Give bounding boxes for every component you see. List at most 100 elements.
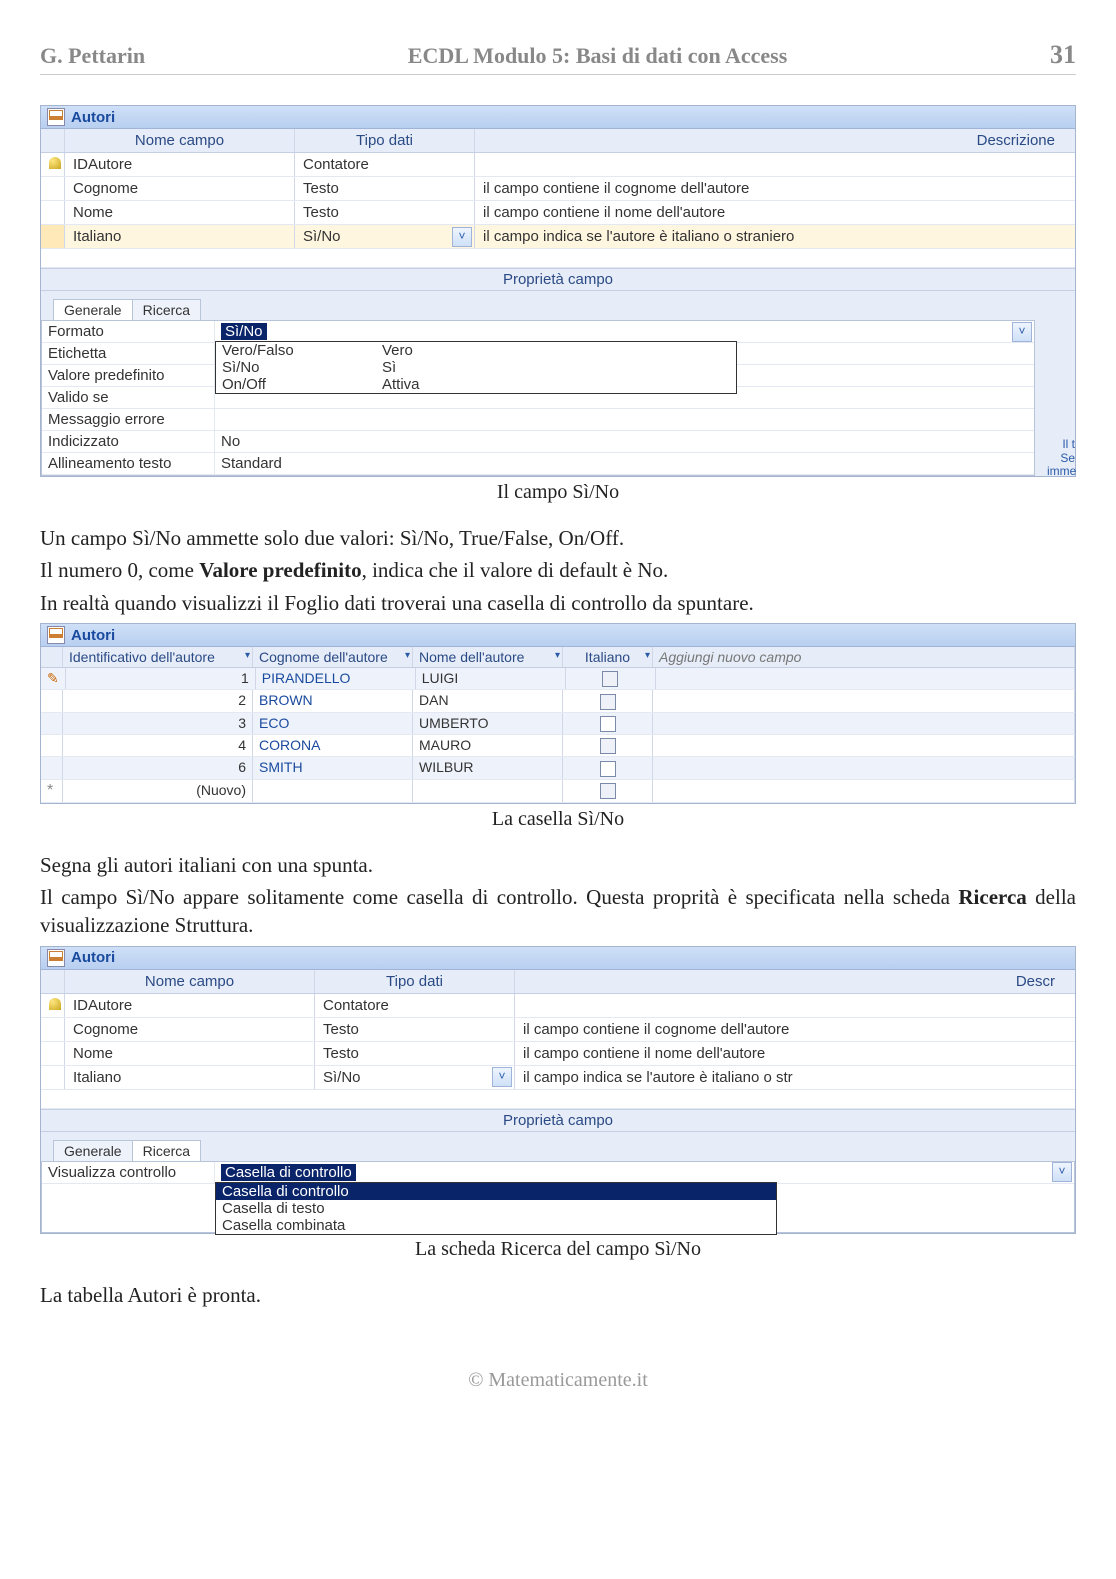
field-description[interactable] <box>515 994 1075 1017</box>
tab-ricerca[interactable]: Ricerca <box>132 1140 201 1161</box>
cell-nome[interactable]: LUIGI <box>416 668 566 689</box>
dropdown-icon[interactable]: ▾ <box>555 650 560 661</box>
checkbox[interactable] <box>600 716 616 732</box>
cell-nome[interactable]: WILBUR <box>413 757 563 778</box>
design-row[interactable]: CognomeTestoil campo contiene il cognome… <box>41 1018 1075 1042</box>
field-name[interactable]: IDAutore <box>65 994 315 1017</box>
cell-nome[interactable]: DAN <box>413 690 563 711</box>
field-name[interactable]: Italiano <box>65 225 295 248</box>
dropdown-icon[interactable] <box>492 1067 512 1087</box>
field-type[interactable]: Testo <box>295 177 475 200</box>
cell-id[interactable]: 2 <box>63 690 253 711</box>
dropdown-icon[interactable]: ▾ <box>645 650 650 661</box>
dropdown-option[interactable]: Vero/FalsoVero <box>216 342 736 359</box>
ds-col-add[interactable]: Aggiungi nuovo campo <box>653 647 1075 667</box>
cell-cognome[interactable]: SMITH <box>253 757 413 778</box>
field-description[interactable] <box>475 153 1075 176</box>
cell-cognome[interactable]: ECO <box>253 713 413 734</box>
design-row[interactable]: IDAutoreContatore <box>41 994 1075 1018</box>
field-type[interactable]: Sì/No <box>295 225 475 248</box>
dropdown-option[interactable]: On/OffAttiva <box>216 376 736 393</box>
dropdown-icon[interactable]: ▾ <box>245 650 250 661</box>
dropdown-option[interactable]: Casella di controllo <box>216 1183 776 1200</box>
field-type[interactable]: Sì/No <box>315 1066 515 1089</box>
table-tab[interactable]: Autori <box>41 106 1075 129</box>
tab-ricerca[interactable]: Ricerca <box>132 299 201 320</box>
design-row[interactable]: CognomeTestoil campo contiene il cognome… <box>41 177 1075 201</box>
field-name[interactable]: Cognome <box>65 1018 315 1041</box>
checkbox[interactable] <box>600 694 616 710</box>
field-description[interactable]: il campo contiene il nome dell'autore <box>515 1042 1075 1065</box>
field-description[interactable]: il campo contiene il nome dell'autore <box>475 201 1075 224</box>
field-name[interactable]: Italiano <box>65 1066 315 1089</box>
dropdown-icon[interactable] <box>1052 1162 1072 1182</box>
cell-id[interactable]: 6 <box>63 757 253 778</box>
field-name[interactable]: Nome <box>65 1042 315 1065</box>
ds-col-id[interactable]: Identificativo dell'autore <box>69 649 215 665</box>
prop-value[interactable]: Sì/NoVero/FalsoVeroSì/NoSìOn/OffAttiva <box>215 321 1034 342</box>
dropdown-icon[interactable] <box>452 227 472 247</box>
cell-cognome[interactable]: CORONA <box>253 735 413 756</box>
field-type[interactable]: Contatore <box>315 994 515 1017</box>
table-icon <box>47 949 65 967</box>
cell-italiano[interactable] <box>563 735 653 756</box>
checkbox[interactable] <box>600 738 616 754</box>
design-row[interactable]: NomeTestoil campo contiene il nome dell'… <box>41 1042 1075 1066</box>
data-row[interactable]: ✎1PIRANDELLOLUIGI <box>41 668 1075 690</box>
field-name[interactable]: Nome <box>65 201 295 224</box>
cell-id[interactable]: 1 <box>66 668 256 689</box>
cell-italiano[interactable] <box>566 668 656 689</box>
cell-cognome[interactable]: BROWN <box>253 690 413 711</box>
prop-value-visualizza[interactable]: Casella di controllo Casella di controll… <box>215 1162 1074 1183</box>
field-name[interactable]: Cognome <box>65 177 295 200</box>
tab-generale[interactable]: Generale <box>53 299 133 320</box>
figure3-caption: La scheda Ricerca del campo Sì/No <box>40 1238 1076 1261</box>
cell-id[interactable]: (Nuovo) <box>63 780 253 802</box>
tab-generale[interactable]: Generale <box>53 1140 133 1161</box>
ds-col-ita[interactable]: Italiano <box>585 649 630 665</box>
field-type[interactable]: Contatore <box>295 153 475 176</box>
checkbox[interactable] <box>600 761 616 777</box>
prop-value[interactable] <box>215 409 1034 430</box>
table-tab[interactable]: Autori <box>41 624 1075 647</box>
checkbox[interactable] <box>600 783 616 799</box>
cell-italiano[interactable] <box>563 713 653 734</box>
dropdown-option[interactable]: Casella di testo <box>216 1200 776 1217</box>
dropdown-icon[interactable]: ▾ <box>405 650 410 661</box>
dropdown-option[interactable]: Sì/NoSì <box>216 359 736 376</box>
design-row[interactable]: ItalianoSì/Noil campo indica se l'autore… <box>41 1066 1075 1090</box>
field-description[interactable]: il campo contiene il cognome dell'autore <box>475 177 1075 200</box>
dropdown-option[interactable]: Casella combinata <box>216 1217 776 1234</box>
checkbox[interactable] <box>602 671 618 687</box>
cell-cognome[interactable]: PIRANDELLO <box>256 668 416 689</box>
new-row[interactable]: *(Nuovo) <box>41 780 1075 803</box>
field-type[interactable]: Testo <box>315 1018 515 1041</box>
cell-nome[interactable]: MAURO <box>413 735 563 756</box>
data-row[interactable]: 4CORONAMAURO <box>41 735 1075 757</box>
dropdown-icon[interactable] <box>1012 322 1032 342</box>
ds-col-cog[interactable]: Cognome dell'autore <box>259 649 388 665</box>
cell-nome[interactable]: UMBERTO <box>413 713 563 734</box>
ds-col-nom[interactable]: Nome dell'autore <box>419 649 524 665</box>
cell-italiano[interactable] <box>563 757 653 778</box>
data-row[interactable]: 2BROWNDAN <box>41 690 1075 712</box>
design-row[interactable]: ItalianoSì/Noil campo indica se l'autore… <box>41 225 1075 249</box>
field-name[interactable]: IDAutore <box>65 153 295 176</box>
design-row[interactable]: IDAutoreContatore <box>41 153 1075 177</box>
property-tabs: Generale Ricerca <box>53 1140 1075 1161</box>
data-row[interactable]: 3ECOUMBERTO <box>41 713 1075 735</box>
table-tab[interactable]: Autori <box>41 947 1075 970</box>
prop-value[interactable]: Standard <box>215 453 1034 474</box>
data-row[interactable]: 6SMITHWILBUR <box>41 757 1075 779</box>
field-description[interactable]: il campo indica se l'autore è italiano o… <box>515 1066 1075 1089</box>
cell-id[interactable]: 3 <box>63 713 253 734</box>
cell-id[interactable]: 4 <box>63 735 253 756</box>
field-type[interactable]: Testo <box>295 201 475 224</box>
design-row[interactable]: NomeTestoil campo contiene il nome dell'… <box>41 201 1075 225</box>
dropdown-selected: Sì/No <box>221 323 267 340</box>
field-description[interactable]: il campo indica se l'autore è italiano o… <box>475 225 1075 248</box>
field-type[interactable]: Testo <box>315 1042 515 1065</box>
prop-value[interactable]: No <box>215 431 1034 452</box>
field-description[interactable]: il campo contiene il cognome dell'autore <box>515 1018 1075 1041</box>
cell-italiano[interactable] <box>563 690 653 711</box>
